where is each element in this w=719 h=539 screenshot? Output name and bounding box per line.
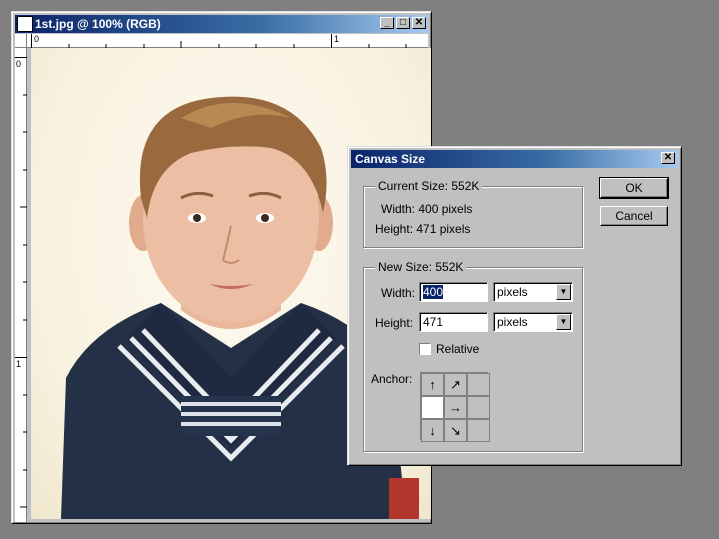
current-height-text: Height: 471 pixels: [375, 222, 471, 236]
height-value: 471: [423, 315, 444, 329]
ruler-origin[interactable]: [15, 34, 27, 48]
anchor-middle-right[interactable]: [467, 396, 490, 419]
height-label: Height:: [375, 316, 414, 330]
anchor-bottom-right[interactable]: [467, 419, 490, 442]
height-input[interactable]: 471: [419, 312, 488, 332]
ruler-ticks-h: [31, 34, 407, 48]
ruler-ticks-v: [15, 57, 27, 508]
canvas-size-dialog: Canvas Size ✕ Current Size: 552K Width: …: [347, 146, 682, 466]
vertical-ruler[interactable]: 0 1: [15, 48, 27, 522]
width-unit-select[interactable]: pixels ▼: [493, 282, 573, 302]
width-label: Width:: [381, 286, 416, 300]
anchor-bottom-center[interactable]: ↘: [444, 419, 467, 442]
height-unit-value: pixels: [497, 315, 528, 329]
current-size-group: [363, 186, 583, 248]
ruler-v-label-0: 0: [16, 59, 22, 69]
dialog-titlebar[interactable]: Canvas Size ✕: [351, 150, 678, 168]
new-size-heading: New Size: 552K: [375, 260, 467, 274]
anchor-top-right[interactable]: [467, 373, 490, 396]
width-unit-value: pixels: [497, 285, 528, 299]
anchor-grid: ↑ ↗ → ↓ ↘: [420, 372, 490, 442]
width-input[interactable]: 400: [419, 282, 488, 302]
width-value: 400: [423, 285, 444, 299]
ruler-h-label-1: 1: [334, 34, 340, 44]
ok-button[interactable]: OK: [599, 177, 669, 199]
anchor-middle-left[interactable]: [421, 396, 444, 419]
chevron-down-icon[interactable]: ▼: [556, 314, 571, 330]
relative-label[interactable]: Relative: [436, 342, 479, 356]
minimize-button[interactable]: _: [380, 17, 394, 29]
horizontal-ruler[interactable]: 0 1: [27, 34, 428, 48]
document-title: 1st.jpg @ 100% (RGB): [35, 17, 161, 31]
current-size-heading: Current Size: 552K: [375, 179, 483, 193]
current-width-text: Width: 400 pixels: [381, 202, 473, 216]
photoshop-document-icon: [17, 16, 33, 32]
anchor-top-center[interactable]: ↗: [444, 373, 467, 396]
ruler-v-label-1: 1: [16, 359, 22, 369]
anchor-label: Anchor:: [371, 372, 413, 386]
dialog-close-button[interactable]: ✕: [661, 152, 675, 164]
anchor-middle-center[interactable]: →: [444, 396, 467, 419]
ruler-h-label-0: 0: [34, 34, 40, 44]
maximize-button[interactable]: □: [396, 17, 410, 29]
anchor-top-left[interactable]: ↑: [421, 373, 444, 396]
anchor-bottom-left[interactable]: ↓: [421, 419, 444, 442]
dialog-title: Canvas Size: [355, 152, 426, 166]
close-button[interactable]: ✕: [412, 17, 426, 29]
relative-checkbox[interactable]: [419, 343, 431, 355]
chevron-down-icon[interactable]: ▼: [556, 284, 571, 300]
document-titlebar[interactable]: 1st.jpg @ 100% (RGB) _ □ ✕: [15, 15, 428, 33]
height-unit-select[interactable]: pixels ▼: [493, 312, 573, 332]
cancel-button[interactable]: Cancel: [600, 206, 668, 226]
